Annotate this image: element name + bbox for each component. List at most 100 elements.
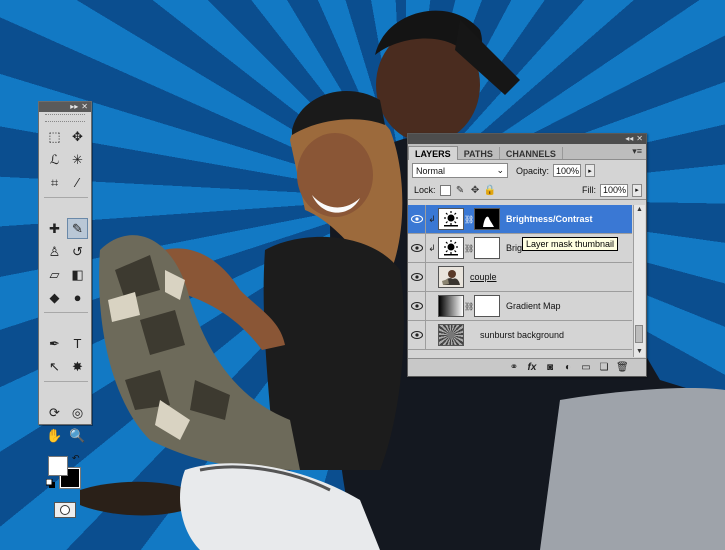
layer-list-scrollbar[interactable]: ▲ ▼ <box>633 205 645 357</box>
layers-panel-footer: ⚭ fx ◙ ◐ ▭ ❏ 🗑 <box>408 358 646 376</box>
scroll-up-arrow-icon[interactable]: ▲ <box>634 205 645 215</box>
opacity-input[interactable]: 100% <box>553 164 582 177</box>
default-colors-icon[interactable] <box>46 479 55 488</box>
tool-separator <box>44 312 88 317</box>
layer-row-sunburst-background[interactable]: sunburst background <box>408 321 632 350</box>
layer-thumbnail[interactable] <box>438 266 464 288</box>
layer-name[interactable]: Gradient Map <box>506 301 561 311</box>
swap-colors-icon[interactable]: ↶ <box>72 453 80 464</box>
tools-panel: ▸▸ ✕ ⬚ ✥ ℒ ✳ ⌗ ⁄ ✚ ✎ ♙ ↺ ▱ ◧ ◆ ● ✒ T ↖ ✸ ⟳ ◎ ✋ 🔍 ↶ <box>38 101 92 518</box>
3d-rotate-tool-icon[interactable]: ⟳ <box>44 402 65 423</box>
clipping-arrow-icon: ↲ <box>428 242 436 253</box>
quick-mask-button[interactable] <box>54 502 76 518</box>
custom-shape-tool-icon[interactable]: ✸ <box>67 356 88 377</box>
close-panel-button[interactable]: ✕ <box>81 103 88 111</box>
scroll-down-arrow-icon[interactable]: ▼ <box>634 347 645 357</box>
adjustment-layer-icon[interactable]: ◐ <box>562 362 574 373</box>
tool-grid: ⬚ ✥ ℒ ✳ ⌗ ⁄ ✚ ✎ ♙ ↺ ▱ ◧ ◆ ● ✒ T ↖ ✸ ⟳ ◎ ✋ 🔍 <box>39 126 91 446</box>
clipping-arrow-icon: ↲ <box>428 213 436 224</box>
zoom-tool-icon[interactable]: 🔍 <box>67 425 88 446</box>
panel-tabs: LAYERS PATHS CHANNELS ▾≡ <box>408 144 646 160</box>
layers-panel: ◂◂ ✕ LAYERS PATHS CHANNELS ▾≡ Normal ⌄ O… <box>407 133 647 377</box>
dodge-tool-icon[interactable]: ● <box>67 287 88 308</box>
history-brush-tool-icon[interactable]: ↺ <box>67 241 88 262</box>
visibility-eye-icon[interactable] <box>408 234 426 262</box>
move-tool-icon[interactable]: ✥ <box>67 126 88 147</box>
clone-stamp-tool-icon[interactable]: ♙ <box>44 241 65 262</box>
hand-tool-icon[interactable]: ✋ <box>44 425 65 446</box>
blur-tool-icon[interactable]: ◆ <box>44 287 65 308</box>
tab-layers[interactable]: LAYERS <box>408 146 458 160</box>
layer-mask-thumbnail[interactable] <box>474 208 500 230</box>
scroll-thumb[interactable] <box>635 325 643 343</box>
layer-name[interactable]: Brightness/Contrast <box>506 214 593 224</box>
lasso-tool-icon[interactable]: ℒ <box>44 149 65 170</box>
lock-row: Lock: ✎ ✥ 🔒 Fill: 100% ▸ <box>408 181 646 200</box>
layer-mask-thumbnail[interactable] <box>474 295 500 317</box>
adjustment-thumbnail[interactable] <box>438 237 464 259</box>
color-swatches: ↶ <box>44 452 91 496</box>
collapse-panel-button[interactable]: ◂◂ <box>625 135 633 143</box>
chevron-down-icon: ⌄ <box>496 165 504 175</box>
layer-row-gradient-map[interactable]: ⛓ Gradient Map <box>408 292 632 321</box>
blend-mode-value: Normal <box>416 165 446 176</box>
lock-all-icon[interactable]: 🔒 <box>484 185 496 196</box>
tooltip: Layer mask thumbnail <box>522 237 619 251</box>
foreground-color-swatch[interactable] <box>48 456 68 476</box>
path-selection-tool-icon[interactable]: ↖ <box>44 356 65 377</box>
close-panel-button[interactable]: ✕ <box>636 135 643 143</box>
pen-tool-icon[interactable]: ✒ <box>44 333 65 354</box>
panel-grip[interactable] <box>45 114 85 122</box>
quick-mask-icon <box>60 505 70 515</box>
fx-icon[interactable]: fx <box>526 362 538 373</box>
blend-mode-select[interactable]: Normal ⌄ <box>412 163 508 178</box>
layers-panel-titlebar[interactable]: ◂◂ ✕ <box>408 134 646 144</box>
tool-separator <box>44 381 88 386</box>
gradient-map-thumbnail[interactable] <box>438 295 464 317</box>
tool-separator <box>44 197 88 202</box>
paint-bucket-tool-icon[interactable]: ◧ <box>67 264 88 285</box>
type-tool-icon[interactable]: T <box>67 333 88 354</box>
add-mask-icon[interactable]: ◙ <box>544 362 556 373</box>
mask-link-icon[interactable]: ⛓ <box>464 215 474 224</box>
3d-orbit-tool-icon[interactable]: ◎ <box>67 402 88 423</box>
layer-row-brightness-contrast-1[interactable]: ↲ ⛓ Brightness/Contrast Layer mask thumb… <box>408 205 632 251</box>
healing-brush-tool-icon[interactable]: ✚ <box>44 218 65 239</box>
tools-panel-titlebar[interactable]: ▸▸ ✕ <box>39 102 91 112</box>
lock-pixels-icon[interactable]: ✎ <box>455 185 466 196</box>
marquee-tool-icon[interactable]: ⬚ <box>44 126 65 147</box>
tab-channels[interactable]: CHANNELS <box>500 147 563 159</box>
layer-name[interactable]: couple <box>470 272 497 282</box>
group-icon[interactable]: ▭ <box>580 362 592 373</box>
opacity-slider-button[interactable]: ▸ <box>585 164 596 177</box>
fill-label: Fill: <box>582 185 596 195</box>
layer-name[interactable]: sunburst background <box>480 330 564 340</box>
layer-row-couple[interactable]: couple <box>408 263 632 292</box>
lock-position-icon[interactable]: ✥ <box>470 185 481 196</box>
lock-transparency-icon[interactable] <box>439 184 451 196</box>
visibility-eye-icon[interactable] <box>408 292 426 320</box>
adjustment-thumbnail[interactable] <box>438 208 464 230</box>
visibility-eye-icon[interactable] <box>408 321 426 349</box>
brush-tool-icon[interactable]: ✎ <box>67 218 88 239</box>
visibility-eye-icon[interactable] <box>408 263 426 291</box>
tab-paths[interactable]: PATHS <box>458 147 500 159</box>
eraser-tool-icon[interactable]: ▱ <box>44 264 65 285</box>
fill-input[interactable]: 100% <box>600 183 628 197</box>
collapse-panel-button[interactable]: ▸▸ <box>70 103 78 111</box>
trash-icon[interactable]: 🗑 <box>616 362 629 373</box>
new-layer-icon[interactable]: ❏ <box>598 362 610 373</box>
panel-menu-icon[interactable]: ▾≡ <box>632 146 642 157</box>
sunburst-thumbnail[interactable] <box>438 324 464 346</box>
layer-mask-thumbnail[interactable] <box>474 237 500 259</box>
eyedropper-tool-icon[interactable]: ⁄ <box>67 172 88 193</box>
visibility-eye-icon[interactable] <box>408 205 426 233</box>
crop-tool-icon[interactable]: ⌗ <box>44 172 65 193</box>
fill-slider-button[interactable]: ▸ <box>632 183 642 197</box>
mask-link-icon[interactable]: ⛓ <box>464 302 474 311</box>
layer-list: ↲ ⛓ Brightness/Contrast Layer mask thumb… <box>408 205 632 357</box>
mask-link-icon[interactable]: ⛓ <box>464 244 474 253</box>
blend-row: Normal ⌄ Opacity: 100% ▸ <box>408 160 646 181</box>
link-layers-icon[interactable]: ⚭ <box>508 362 520 373</box>
magic-wand-tool-icon[interactable]: ✳ <box>67 149 88 170</box>
